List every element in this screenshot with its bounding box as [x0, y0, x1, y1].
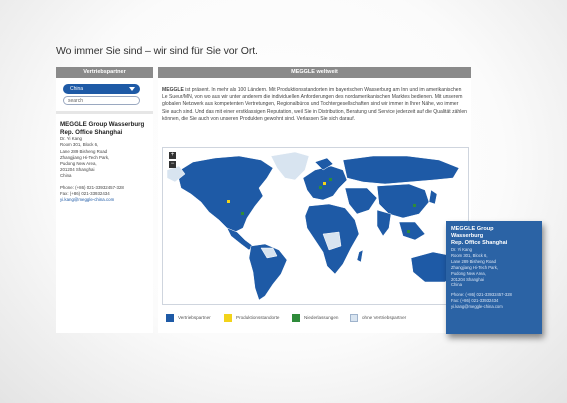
production-marker-le-sueur [227, 200, 230, 203]
intro-text: MEGGLE ist präsent. In mehr als 100 Länd… [162, 87, 467, 123]
legend-swatch-partner [166, 314, 174, 322]
legend-swatch-production [224, 314, 232, 322]
intro-body: ist präsent. In mehr als 100 Ländern. Mi… [162, 87, 467, 122]
popup-title-line3: Rep. Office Shanghai [451, 240, 508, 246]
popup-title-line1: MEGGLE Group [451, 226, 494, 232]
map-info-popup: MEGGLE Group Wasserburg Rep. Office Shan… [446, 221, 542, 334]
legend-label: ohne Vertriebspartner [362, 315, 407, 320]
world-map[interactable]: + − [162, 147, 469, 305]
branch-marker-america [241, 212, 244, 215]
branch-marker-europe-2 [329, 178, 332, 181]
search-input[interactable]: search [63, 96, 140, 105]
contact-email-link[interactable]: yi.kang@meggle-china.com [60, 197, 152, 203]
contact-card: MEGGLE Group Wasserburg Rep. Office Shan… [60, 121, 152, 203]
branch-marker-europe-1 [319, 186, 322, 189]
branch-marker-southeast-asia [407, 230, 410, 233]
legend-swatch-no-partner [350, 314, 358, 322]
search-placeholder: search [68, 98, 84, 104]
page-headline: Wo immer Sie sind – wir sind für Sie vor… [56, 45, 258, 57]
legend-label: Produktionsstandorte [236, 315, 280, 320]
sidebar-panel: Vertriebspartner China search MEGGLE Gro… [56, 67, 153, 333]
sidebar-divider [56, 111, 153, 114]
main-header: MEGGLE weltweit [158, 67, 471, 78]
zoom-in-button[interactable]: + [169, 152, 176, 159]
branch-marker-asia [413, 204, 416, 207]
country-select[interactable]: China [63, 84, 140, 94]
legend-label: Vertriebspartner [178, 315, 211, 320]
popup-email[interactable]: yi.kang@meggle-china.com [451, 304, 537, 310]
sidebar-header: Vertriebspartner [56, 67, 153, 78]
main-panel: MEGGLE weltweit MEGGLE ist präsent. In m… [158, 67, 471, 333]
page-background: Wo immer Sie sind – wir sind für Sie vor… [0, 0, 567, 403]
intro-brand: MEGGLE [162, 87, 184, 93]
popup-title-line2: Wasserburg [451, 233, 484, 239]
legend-label: Niederlassungen [304, 315, 339, 320]
legend-swatch-branch [292, 314, 300, 322]
contact-name-line1: MEGGLE Group Wasserburg [60, 121, 145, 128]
map-legend: Vertriebspartner Produktionsstandorte Ni… [162, 309, 467, 325]
country-select-value: China [70, 86, 84, 92]
world-map-canvas [163, 148, 468, 304]
production-marker-wasserburg [323, 182, 326, 185]
zoom-out-button[interactable]: − [169, 161, 176, 168]
chevron-down-icon [129, 87, 135, 91]
contact-name-line2: Rep. Office Shanghai [60, 128, 123, 136]
